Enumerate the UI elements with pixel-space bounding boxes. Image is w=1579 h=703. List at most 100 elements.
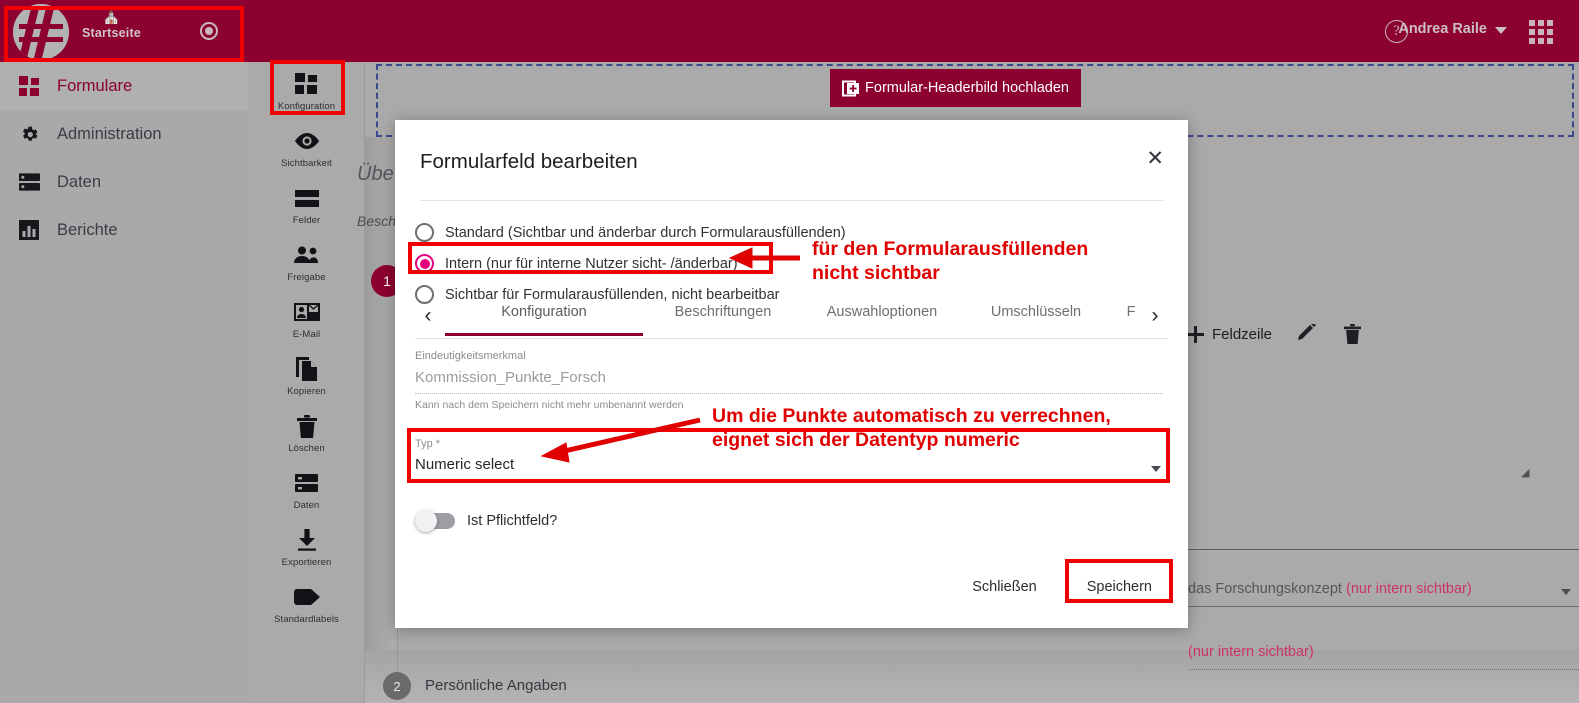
field-row-toolbar: Feldzeile	[1187, 324, 1362, 344]
type-select-field[interactable]: Typ * Numeric select	[415, 438, 1163, 482]
tab-scroll-area: Konfiguration Beschriftungen Auswahlopti…	[445, 295, 1140, 339]
apps-grid-icon[interactable]	[1529, 20, 1553, 44]
unique-key-underline	[415, 393, 1163, 394]
rail-item-label: Sichtbarkeit	[281, 158, 332, 169]
rail-item-label: Kopieren	[287, 386, 326, 397]
mail-card-icon	[293, 299, 320, 325]
record-circle-icon[interactable]	[200, 22, 218, 40]
tab-active-indicator	[445, 333, 643, 336]
home-nav-button[interactable]: ⛪ Startseite	[82, 9, 141, 41]
dialog-title: Formularfeld bearbeiten	[420, 150, 638, 173]
rail-item-daten[interactable]: Daten	[248, 461, 365, 518]
upload-button-label: Formular-Headerbild hochladen	[865, 80, 1069, 96]
rail-item-label: Freigabe	[287, 272, 326, 283]
rail-item-label: Daten	[293, 500, 320, 511]
rail-item-kopieren[interactable]: Kopieren	[248, 347, 365, 404]
rows-icon	[294, 185, 319, 211]
close-icon[interactable]: ✕	[1146, 148, 1164, 169]
rail-item-label: Löschen	[288, 443, 325, 454]
background-dotted-field[interactable]: (nur intern sichtbar)	[1188, 644, 1579, 670]
rail-item-email[interactable]: E-Mail	[248, 290, 365, 347]
eye-icon	[294, 128, 320, 154]
background-select-field[interactable]: das Forschungskonzept (nur intern sichtb…	[1188, 581, 1579, 607]
rail-item-exportieren[interactable]: Exportieren	[248, 518, 365, 575]
close-button[interactable]: Schließen	[958, 569, 1050, 605]
rail-item-label: Exportieren	[281, 557, 332, 568]
tab-partial-next[interactable]: F	[1111, 295, 1140, 336]
rail-item-sichtbarkeit[interactable]: Sichtbarkeit	[248, 119, 365, 176]
sidebar-nav: Formulare Administration Daten Berichte	[0, 62, 248, 703]
background-select-value-note: (nur intern sichtbar)	[1345, 581, 1472, 597]
chevron-left-icon[interactable]: ‹	[415, 301, 441, 331]
type-label: Typ *	[415, 438, 441, 450]
copy-icon	[295, 356, 318, 382]
rail-item-freigabe[interactable]: Freigabe	[248, 233, 365, 290]
sidebar-item-label: Formulare	[57, 76, 133, 95]
dialog-tab-bar: ‹ Konfiguration Beschriftungen Auswahlop…	[415, 295, 1168, 339]
sidebar-item-daten[interactable]: Daten	[0, 158, 248, 206]
toggle-track	[415, 510, 455, 532]
background-dotted-value: (nur intern sichtbar)	[1188, 644, 1314, 660]
add-field-row-button[interactable]: Feldzeile	[1187, 325, 1273, 343]
tab-label: F	[1126, 304, 1136, 320]
radio-option-intern[interactable]: Intern (nur für interne Nutzer sicht- /ä…	[415, 248, 1175, 279]
textarea-resize-grip[interactable]: ◢	[1521, 466, 1529, 479]
tab-beschriftungen[interactable]: Beschriftungen	[643, 295, 803, 336]
tab-label: Umschlüsseln	[990, 304, 1082, 320]
chevron-down-icon	[1151, 466, 1161, 472]
chevron-right-icon[interactable]: ›	[1142, 301, 1168, 331]
plus-icon	[1187, 325, 1204, 343]
sidebar-item-formulare[interactable]: Formulare	[0, 62, 248, 110]
required-toggle-label: Ist Pflichtfeld?	[467, 513, 558, 529]
rail-item-konfiguration[interactable]: Konfiguration	[248, 62, 365, 119]
rail-item-label: E-Mail	[292, 329, 321, 340]
home-label: Startseite	[82, 26, 141, 40]
app-logo[interactable]	[13, 4, 69, 60]
sidebar-item-administration[interactable]: Administration	[0, 110, 248, 158]
trash-icon[interactable]	[1344, 324, 1362, 344]
add-field-row-label: Feldzeile	[1212, 325, 1273, 343]
rail-item-label: Felder	[292, 215, 321, 226]
gear-icon	[18, 123, 40, 145]
top-header-bar: ⛪ Startseite ? Andrea Raile	[0, 0, 1579, 62]
bar-chart-icon	[18, 219, 40, 241]
dialog-divider	[420, 200, 1163, 201]
tab-label: Auswahloptionen	[826, 304, 938, 320]
radio-label: Standard (Sichtbar und änderbar durch Fo…	[445, 224, 846, 241]
tab-baseline	[415, 338, 1168, 339]
save-button[interactable]: Speichern	[1073, 569, 1166, 605]
grid-squares-icon	[18, 75, 40, 97]
sidebar-item-berichte[interactable]: Berichte	[0, 206, 248, 254]
people-icon	[293, 242, 320, 268]
tab-active-indicator	[961, 333, 1111, 336]
unique-key-field[interactable]: Eindeutigkeitsmerkmal Kommission_Punkte_…	[415, 350, 1163, 411]
rail-item-label: Konfiguration	[277, 101, 336, 112]
tab-active-indicator	[1111, 333, 1140, 336]
radio-option-standard[interactable]: Standard (Sichtbar und änderbar durch Fo…	[415, 217, 1175, 248]
tool-rail: Konfiguration Sichtbarkeit Felder Freiga…	[248, 62, 365, 703]
grid-squares-icon	[295, 71, 318, 97]
rail-item-loeschen[interactable]: Löschen	[248, 404, 365, 461]
section-connector-line	[397, 624, 398, 672]
tab-label: Beschriftungen	[674, 304, 772, 320]
tab-active-indicator	[643, 333, 803, 336]
form-title-partial: Übe	[357, 163, 394, 185]
radio-label: Intern (nur für interne Nutzer sicht- /ä…	[445, 255, 738, 272]
radio-icon-selected	[415, 254, 434, 273]
dialog-action-bar: Schließen Speichern	[958, 559, 1173, 605]
rail-item-standardlabels[interactable]: Standardlabels	[248, 575, 365, 632]
tab-auswahloptionen[interactable]: Auswahloptionen	[803, 295, 961, 336]
required-field-toggle[interactable]: Ist Pflichtfeld?	[415, 510, 558, 532]
sidebar-item-label: Daten	[57, 172, 102, 191]
step-2-label: Persönliche Angaben	[425, 677, 567, 694]
download-icon	[296, 527, 318, 553]
sidebar-item-label: Berichte	[57, 220, 118, 239]
pencil-icon[interactable]	[1298, 324, 1318, 344]
tab-umschluesseln[interactable]: Umschlüsseln	[961, 295, 1111, 336]
user-menu[interactable]: Andrea Raile	[1398, 21, 1507, 37]
tab-konfiguration[interactable]: Konfiguration	[445, 295, 643, 336]
rail-item-felder[interactable]: Felder	[248, 176, 365, 233]
upload-header-image-button[interactable]: Formular-Headerbild hochladen	[830, 69, 1081, 107]
background-select-value: das Forschungskonzept	[1188, 581, 1346, 597]
image-plus-icon	[842, 79, 861, 98]
